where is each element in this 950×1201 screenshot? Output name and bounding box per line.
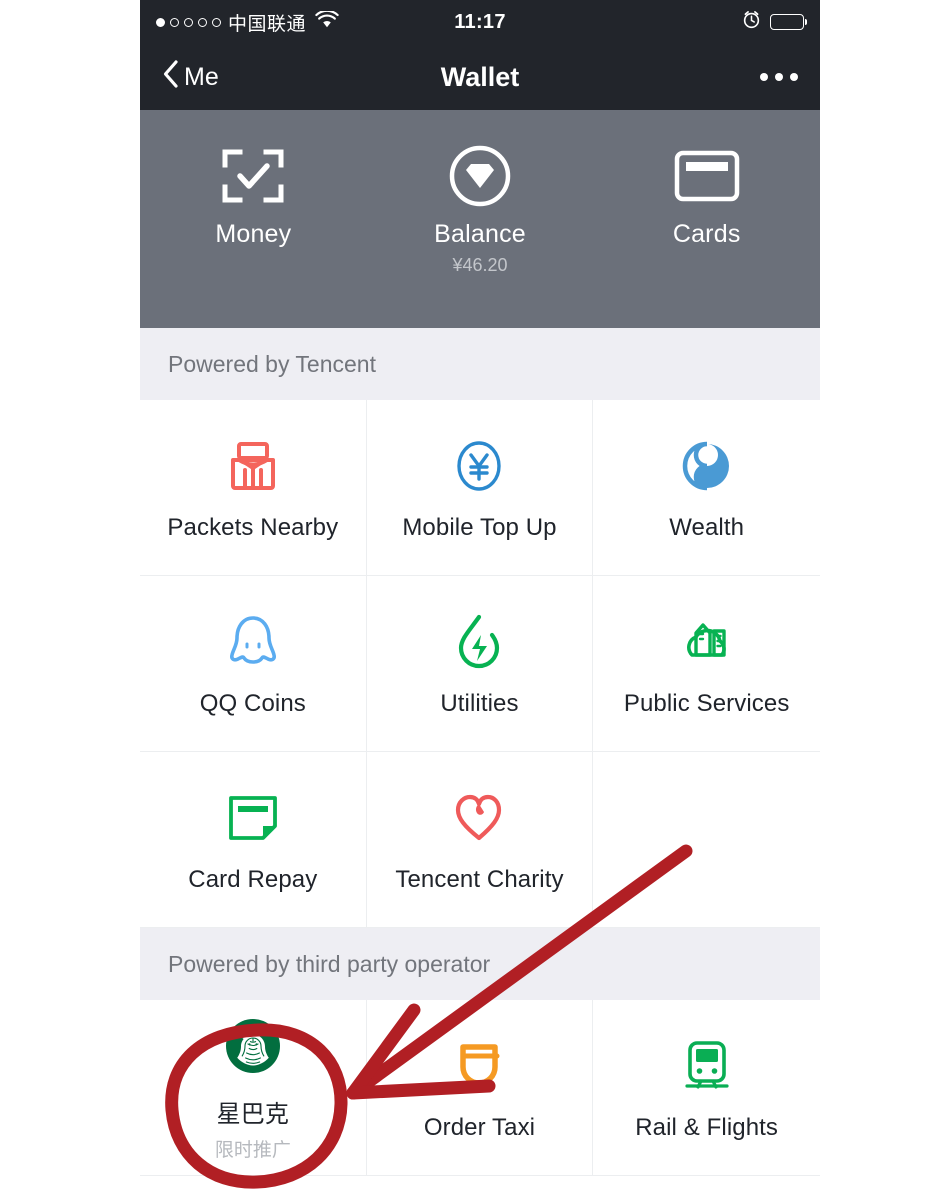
grid-item-starbucks[interactable]: 星巴克 限时推广 xyxy=(140,1000,367,1176)
section-header-third-party: Powered by third party operator xyxy=(140,928,820,1000)
more-dots-icon xyxy=(760,73,768,81)
grid-item-label: Utilities xyxy=(440,689,519,717)
grid-item-label: Card Repay xyxy=(188,865,318,893)
grid-item-wealth[interactable]: Wealth xyxy=(593,400,820,576)
bank-card-icon xyxy=(593,140,820,212)
grid-item-promo-tag: 限时推广 xyxy=(214,1139,291,1161)
status-bar-right xyxy=(742,10,807,34)
grid-item-rail-flights[interactable]: Rail & Flights xyxy=(593,1000,820,1176)
grid-item-label: Public Services xyxy=(623,689,790,717)
grid-item-order-taxi[interactable]: Order Taxi xyxy=(366,1000,594,1176)
third-party-services-grid: 星巴克 限时推广 Order Taxi Rail & Flights xyxy=(140,1000,820,1176)
balance-amount: ¥46.20 xyxy=(452,255,508,275)
grid-item-qq-coins[interactable]: QQ Coins xyxy=(140,576,367,752)
screenshot-root: 中国联通 11:17 Me Wallet Money Balance ¥46.2… xyxy=(0,0,950,1201)
wealth-icon xyxy=(680,434,734,498)
grid-item-card-repay[interactable]: Card Repay xyxy=(140,752,367,928)
hero-item-label: Balance xyxy=(434,220,526,248)
grid-item-tencent-charity[interactable]: Tencent Charity xyxy=(366,752,594,928)
starbucks-icon xyxy=(224,1014,282,1078)
signal-dot xyxy=(184,17,193,27)
balance-diamond-icon xyxy=(367,140,594,212)
grid-item-utilities[interactable]: Utilities xyxy=(366,576,594,752)
back-button-label: Me xyxy=(184,62,219,91)
tencent-services-grid: Packets Nearby Mobile Top Up Wealth QQ C… xyxy=(140,400,820,928)
grid-item-label: Rail & Flights xyxy=(635,1113,779,1141)
grid-item-label: Tencent Charity xyxy=(395,865,564,893)
wallet-hero-panel: Money Balance ¥46.20 Cards xyxy=(140,110,820,328)
hero-item-label: Money xyxy=(215,220,292,248)
yuan-circle-icon xyxy=(451,434,507,498)
phone-screen: 中国联通 11:17 Me Wallet Money Balance ¥46.2… xyxy=(140,0,820,1201)
status-bar: 中国联通 11:17 xyxy=(140,0,820,44)
signal-dot xyxy=(156,17,165,27)
hero-item-cards[interactable]: Cards xyxy=(593,140,820,255)
grid-item-packets-nearby[interactable]: Packets Nearby xyxy=(140,400,367,576)
more-dots-icon xyxy=(790,73,798,81)
carrier-label: 中国联通 xyxy=(228,13,307,35)
more-dots-icon xyxy=(775,73,783,81)
back-button[interactable]: Me xyxy=(162,59,219,96)
more-options-button[interactable] xyxy=(760,73,798,81)
train-icon xyxy=(681,1034,733,1098)
grid-item-label: QQ Coins xyxy=(199,689,306,717)
signal-dot xyxy=(212,17,221,27)
alarm-clock-icon xyxy=(742,10,761,34)
wifi-icon xyxy=(315,9,339,34)
charity-heart-icon xyxy=(452,786,506,850)
grid-item-public-services[interactable]: Public Services xyxy=(593,576,820,752)
section-header-tencent: Powered by Tencent xyxy=(140,328,820,400)
qq-penguin-icon xyxy=(228,610,278,674)
utilities-bolt-icon xyxy=(453,610,505,674)
grid-item-label: 星巴克 xyxy=(216,1100,289,1128)
page-title: Wallet xyxy=(440,61,520,92)
grid-item-label: Packets Nearby xyxy=(167,513,339,541)
signal-dot xyxy=(170,17,179,27)
hero-item-label: Cards xyxy=(672,220,741,248)
red-packet-icon xyxy=(225,434,281,498)
card-repay-icon xyxy=(225,786,281,850)
didi-taxi-icon xyxy=(453,1034,505,1098)
battery-icon xyxy=(770,14,807,30)
status-bar-left: 中国联通 xyxy=(156,9,339,36)
signal-strength-dots xyxy=(156,17,221,27)
public-services-icon xyxy=(678,610,736,674)
chevron-left-icon xyxy=(162,59,179,96)
grid-item-label: Mobile Top Up xyxy=(402,513,557,541)
navigation-bar: Me Wallet xyxy=(140,44,820,110)
signal-dot xyxy=(198,17,207,27)
scan-money-icon xyxy=(140,140,367,212)
grid-item-mobile-top-up[interactable]: Mobile Top Up xyxy=(366,400,594,576)
hero-item-balance[interactable]: Balance ¥46.20 xyxy=(367,140,594,276)
grid-item-empty xyxy=(593,752,820,928)
grid-item-label: Order Taxi xyxy=(423,1113,536,1141)
grid-item-label: Wealth xyxy=(669,513,745,541)
hero-item-money[interactable]: Money xyxy=(140,140,367,255)
